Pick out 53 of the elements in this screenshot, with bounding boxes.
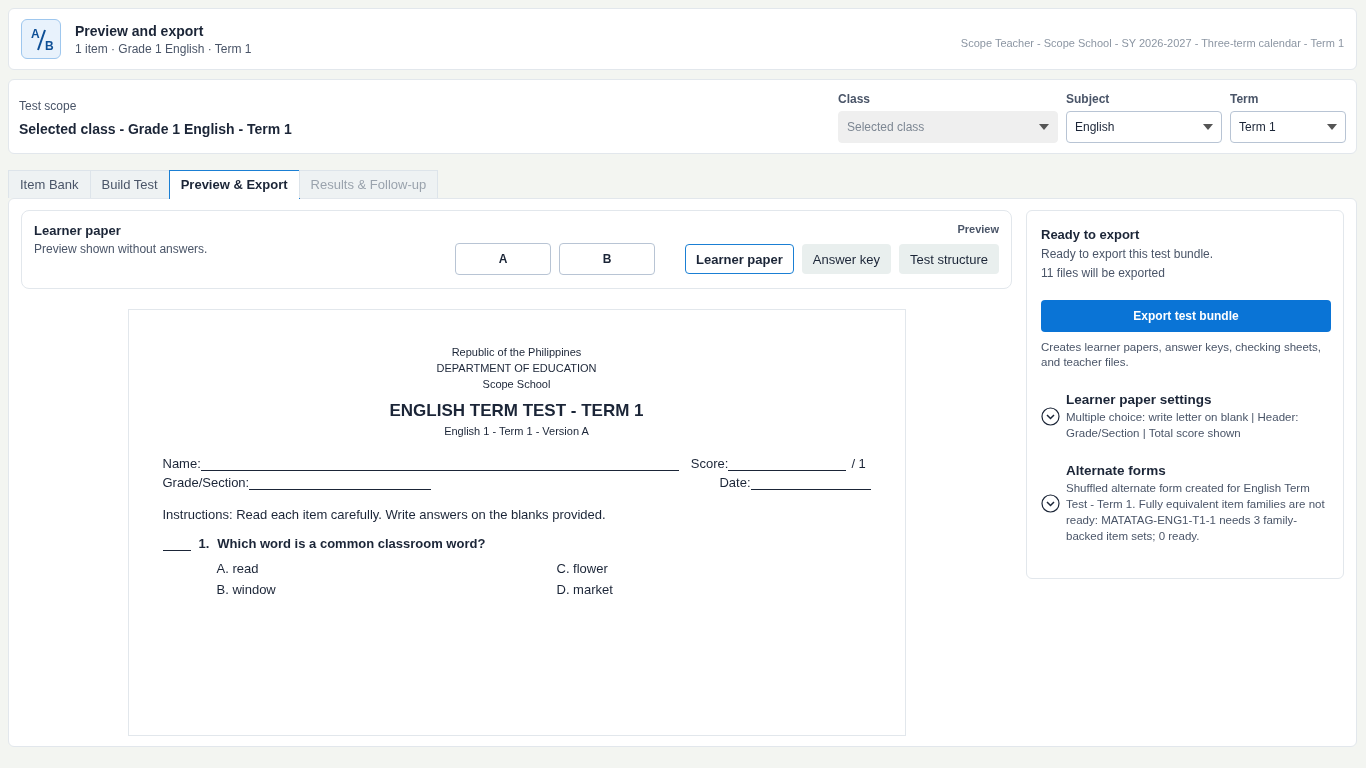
- ab-logo: A B: [21, 19, 61, 59]
- score-label: Score:: [690, 456, 729, 471]
- section-title: Alternate forms: [1066, 463, 1167, 478]
- view-button[interactable]: Learner paper: [685, 244, 794, 274]
- expand-chevron-icon[interactable]: [1041, 494, 1060, 513]
- paper-header-line: Republic of the Philippines: [451, 345, 582, 360]
- export-title: Ready to export: [1041, 227, 1141, 242]
- export-note: Creates learner papers, answer keys, checking sheets, and teacher files.: [1041, 340, 1322, 370]
- preview-caption: Preview: [957, 223, 999, 235]
- section-text: Shuffled alternate form created for English Term Test - Term 1. Fully equivalent item families are not ready: MATATAG-ENG1-T1-1 needs 3 family-backed item sets; 0 ready.: [1066, 481, 1326, 544]
- version-button[interactable]: B: [559, 243, 656, 275]
- dropdown-caret-icon: [1327, 124, 1337, 130]
- paper-subtitle: English 1 - Term 1 - Version A: [444, 424, 589, 439]
- tab[interactable]: Item Bank: [8, 170, 91, 198]
- expand-chevron-icon[interactable]: [1041, 407, 1060, 426]
- context-text: Scope Teacher - Scope School - SY 2026-2027 - Three-term calendar - Term 1: [960, 37, 1344, 49]
- field-label: Class: [838, 92, 872, 106]
- preview-note: Preview shown without answers.: [34, 242, 208, 256]
- answer-choice: B. window: [216, 582, 277, 597]
- field-label: Term: [1230, 92, 1260, 106]
- export-button[interactable]: Export test bundle: [1041, 300, 1331, 332]
- section-text: Multiple choice: write letter on blank | Header: Grade/Section | Total score shown: [1066, 410, 1300, 441]
- preview-title: Learner paper: [34, 223, 122, 238]
- tab[interactable]: Build Test: [89, 170, 170, 198]
- export-status: Ready to export this test bundle.: [1041, 247, 1215, 261]
- page-title: Preview and export: [75, 22, 205, 39]
- answer-choice: A. read: [216, 561, 260, 576]
- scope-label: Test scope: [19, 99, 78, 113]
- paper-title: ENGLISH TERM TEST - TERM 1: [389, 401, 644, 421]
- dropdown-caret-icon: [1203, 124, 1213, 130]
- instructions-text: Instructions: Read each item carefully. Write answers on the blanks provided.: [162, 507, 607, 522]
- grade-label: Grade/Section:: [162, 475, 250, 490]
- score-total: / 1: [851, 456, 866, 471]
- name-label: Name:: [162, 456, 201, 471]
- answer-choice: C. flower: [556, 561, 609, 576]
- paper-header-line: DEPARTMENT OF EDUCATION: [436, 361, 597, 376]
- question-number: 1.: [198, 536, 210, 551]
- file-count: 11 files will be exported: [1041, 266, 1166, 280]
- answer-choice: D. market: [556, 582, 614, 597]
- scope-value: Selected class - Grade 1 English - Term 1: [19, 121, 292, 137]
- date-label: Date:: [719, 475, 751, 490]
- select-field[interactable]: English: [1066, 111, 1222, 143]
- select-field[interactable]: Term 1: [1230, 111, 1346, 143]
- view-button[interactable]: Answer key: [801, 244, 891, 274]
- section-title: Learner paper settings: [1066, 392, 1213, 407]
- field-label: Subject: [1066, 92, 1111, 106]
- paper-header-line: Scope School: [482, 377, 551, 392]
- page-subtitle: 1 item · Grade 1 English · Term 1: [75, 41, 252, 56]
- version-button[interactable]: A: [455, 243, 552, 275]
- dropdown-caret-icon: [1039, 124, 1049, 130]
- tab[interactable]: Preview & Export: [168, 170, 300, 199]
- question-text: Which word is a common classroom word?: [217, 536, 486, 551]
- view-button[interactable]: Test structure: [898, 244, 999, 274]
